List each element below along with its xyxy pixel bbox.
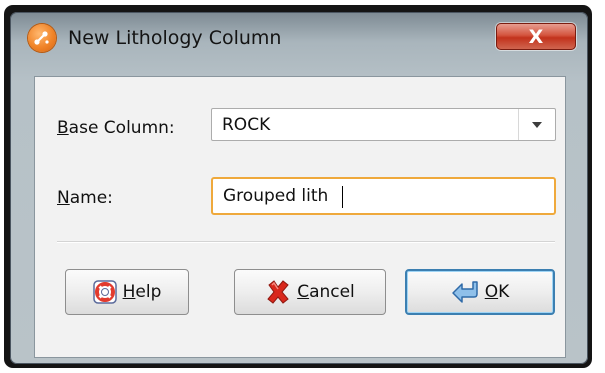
window-title: New Lithology Column (68, 27, 282, 49)
dialog-body: Base Column: ROCK Name: Help (34, 76, 566, 358)
ok-button-label: OK (484, 282, 510, 302)
ok-button[interactable]: OK (405, 269, 555, 315)
base-column-value: ROCK (222, 115, 271, 135)
help-button[interactable]: Help (65, 269, 189, 315)
name-label: Name: (57, 188, 113, 208)
dialog-window: New Lithology Column X Base Column: ROCK… (10, 12, 588, 364)
separator (57, 241, 555, 243)
lifebuoy-icon (92, 280, 117, 304)
base-column-select[interactable]: ROCK (211, 108, 556, 141)
dropdown-button[interactable] (518, 109, 555, 140)
base-column-label: Base Column: (57, 118, 175, 138)
name-input[interactable] (211, 177, 556, 215)
cancel-button-label: Cancel (297, 282, 355, 302)
text-caret (342, 186, 343, 208)
help-button-label: Help (122, 282, 162, 302)
cancel-button[interactable]: Cancel (234, 269, 386, 315)
app-icon (28, 24, 56, 52)
red-x-icon (267, 280, 289, 304)
close-button[interactable]: X (496, 23, 576, 50)
enter-arrow-icon (451, 281, 478, 303)
close-icon: X (528, 25, 544, 48)
chevron-down-icon (532, 121, 542, 128)
